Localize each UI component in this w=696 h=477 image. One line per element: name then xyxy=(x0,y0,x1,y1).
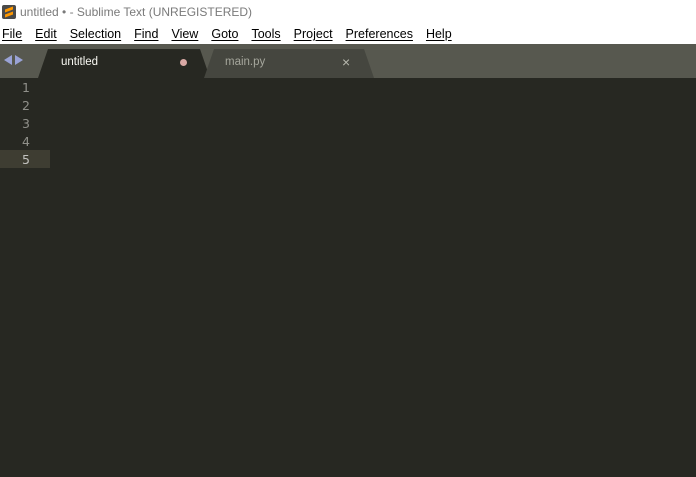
gutter-line: 2 xyxy=(0,96,50,114)
tab-navigation xyxy=(4,55,23,65)
menu-selection[interactable]: Selection xyxy=(68,27,127,41)
menu-edit[interactable]: Edit xyxy=(33,27,63,41)
sublime-text-icon xyxy=(2,5,16,19)
gutter-line: 3 xyxy=(0,114,50,132)
menu-preferences[interactable]: Preferences xyxy=(344,27,419,41)
menu-help[interactable]: Help xyxy=(424,27,458,41)
menu-project[interactable]: Project xyxy=(292,27,339,41)
tab-untitled[interactable]: untitled xyxy=(38,49,210,78)
line-number: 1 xyxy=(22,80,30,95)
close-icon[interactable]: × xyxy=(342,54,350,70)
line-number-gutter: 1 2 3 4 5 xyxy=(0,78,50,168)
line-number: 2 xyxy=(22,98,30,113)
tab-label: untitled xyxy=(61,56,99,68)
arrow-left-icon[interactable] xyxy=(4,55,12,65)
menu-goto[interactable]: Goto xyxy=(209,27,244,41)
unsaved-dot-icon[interactable] xyxy=(180,59,187,66)
tab-bar: untitled main.py × xyxy=(0,44,696,78)
title-bar: untitled • - Sublime Text (UNREGISTERED) xyxy=(0,0,696,24)
menu-bar: File Edit Selection Find View Goto Tools… xyxy=(0,24,696,44)
line-number: 5 xyxy=(22,152,30,167)
tab-main-py[interactable]: main.py × xyxy=(204,49,374,78)
tab-label: main.py xyxy=(225,56,266,68)
menu-view[interactable]: View xyxy=(169,27,204,41)
menu-file[interactable]: File xyxy=(0,27,28,41)
editor-area[interactable]: 1 2 3 4 5 xyxy=(0,78,696,477)
arrow-right-icon[interactable] xyxy=(15,55,23,65)
line-number: 3 xyxy=(22,116,30,131)
gutter-line: 1 xyxy=(0,78,50,96)
gutter-line: 4 xyxy=(0,132,50,150)
menu-tools[interactable]: Tools xyxy=(249,27,286,41)
menu-find[interactable]: Find xyxy=(132,27,164,41)
window-title: untitled • - Sublime Text (UNREGISTERED) xyxy=(20,5,253,19)
line-number: 4 xyxy=(22,134,30,149)
gutter-line-current: 5 xyxy=(0,150,50,168)
